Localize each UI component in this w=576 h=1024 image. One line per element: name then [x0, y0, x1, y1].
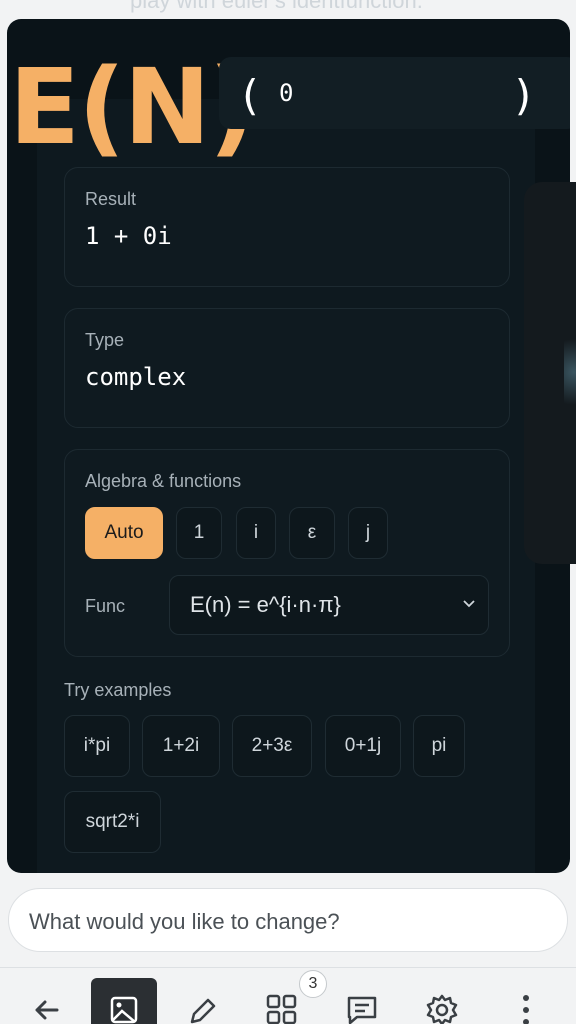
grid-icon[interactable] — [262, 990, 302, 1024]
prompt-input[interactable]: What would you like to change? — [8, 888, 568, 952]
chat-icon[interactable] — [342, 990, 382, 1024]
app-card: E(N) ( 0 ) Result 1 + 0i Type complex Al… — [7, 19, 570, 873]
result-value: 1 + 0i — [85, 222, 172, 250]
algebra-option-i[interactable]: i — [236, 507, 276, 559]
n-input-bar[interactable]: ( 0 ) — [219, 57, 570, 129]
page: play with euler's identfunction. E(N) ( … — [0, 0, 576, 1024]
prompt-placeholder: What would you like to change? — [29, 909, 340, 934]
chevron-down-icon — [463, 600, 475, 608]
algebra-box: Algebra & functions Auto 1 i ε j Func E(… — [64, 449, 510, 657]
n-input-value[interactable]: 0 — [279, 79, 293, 107]
func-select-value: E(n) = e^{i·n·π} — [190, 592, 341, 617]
example-i-pi[interactable]: i*pi — [64, 715, 130, 777]
close-paren: ) — [511, 71, 537, 120]
example-pi[interactable]: pi — [413, 715, 465, 777]
page-title: E(N) — [9, 46, 256, 168]
example-0-plus-1j[interactable]: 0+1j — [325, 715, 401, 777]
algebra-option-j[interactable]: j — [348, 507, 388, 559]
side-glow — [564, 332, 576, 412]
result-label: Result — [85, 189, 137, 209]
gear-icon[interactable] — [422, 990, 462, 1024]
type-box: Type complex — [64, 308, 510, 428]
func-label: Func — [85, 596, 126, 616]
type-label: Type — [85, 330, 125, 350]
grid-badge: 3 — [299, 970, 327, 998]
algebra-option-auto[interactable]: Auto — [85, 507, 163, 559]
func-select[interactable]: E(n) = e^{i·n·π} — [169, 575, 489, 635]
example-1-plus-2i[interactable]: 1+2i — [142, 715, 220, 777]
more-icon[interactable] — [506, 990, 546, 1024]
algebra-option-epsilon[interactable]: ε — [289, 507, 335, 559]
algebra-option-1[interactable]: 1 — [176, 507, 222, 559]
header-caption: play with euler's identfunction. — [130, 0, 423, 13]
example-2-plus-3e[interactable]: 2+3ε — [232, 715, 312, 777]
open-paren: ( — [237, 71, 263, 120]
result-box: Result 1 + 0i — [64, 167, 510, 287]
type-value: complex — [85, 363, 187, 391]
example-sqrt2-i[interactable]: sqrt2*i — [64, 791, 161, 853]
examples-label: Try examples — [64, 680, 172, 700]
nav-divider — [0, 967, 576, 968]
image-icon[interactable] — [104, 990, 144, 1024]
back-arrow-icon[interactable] — [27, 990, 67, 1024]
pencil-icon[interactable] — [182, 990, 222, 1024]
side-panel[interactable] — [524, 182, 576, 564]
algebra-label: Algebra & functions — [85, 471, 242, 491]
